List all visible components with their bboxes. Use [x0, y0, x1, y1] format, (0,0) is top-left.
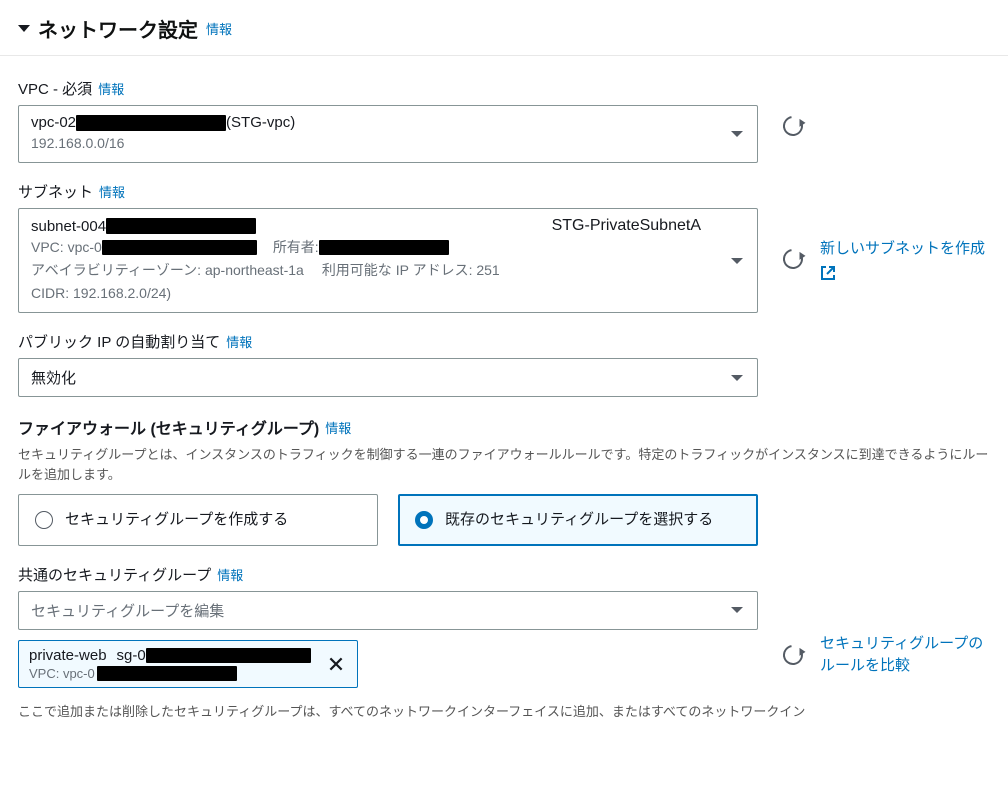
subnet-avail-ip: 利用可能な IP アドレス: 251: [322, 260, 500, 281]
autoip-label: パブリック IP の自動割り当て: [18, 331, 220, 352]
sg-footer-text: ここで追加または削除したセキュリティグループは、すべてのネットワークインターフェ…: [18, 702, 990, 722]
redacted-text: [97, 666, 237, 681]
autoip-info-link[interactable]: 情報: [226, 332, 252, 351]
panel-info-link[interactable]: 情報: [206, 19, 232, 38]
radio-existing-sg[interactable]: 既存のセキュリティグループを選択する: [398, 494, 758, 546]
panel-title: ネットワーク設定: [38, 14, 198, 43]
dropdown-caret-icon: [731, 607, 743, 613]
common-sg-info-link[interactable]: 情報: [217, 565, 243, 584]
autoip-select[interactable]: 無効化: [18, 358, 758, 397]
sg-chip-name: private-web: [29, 647, 107, 664]
sg-refresh-button[interactable]: [776, 638, 810, 672]
common-sg-select[interactable]: セキュリティグループを編集: [18, 591, 758, 630]
subnet-vpc-label: VPC: vpc-0: [31, 237, 102, 258]
collapse-caret-icon: [18, 25, 30, 32]
network-settings-header[interactable]: ネットワーク設定 情報: [0, 8, 1008, 56]
subnet-info-link[interactable]: 情報: [99, 182, 125, 201]
vpc-field: VPC - 必須 情報 vpc-02 (STG-vpc) 192.168.0.0…: [18, 78, 990, 163]
subnet-refresh-button[interactable]: [776, 242, 810, 276]
subnet-value-prefix: subnet-004: [31, 218, 106, 235]
subnet-name-right: STG-PrivateSubnetA: [552, 217, 701, 235]
firewall-field: ファイアウォール (セキュリティグループ) 情報 セキュリティグループとは、イン…: [18, 415, 990, 546]
redacted-text: [146, 648, 311, 663]
vpc-label: VPC - 必須: [18, 78, 92, 99]
compare-sg-rules-link[interactable]: セキュリティグループのルールを比較: [820, 633, 990, 678]
subnet-owner-label: 所有者:: [273, 237, 319, 258]
subnet-label: サブネット: [18, 181, 93, 202]
radio-unchecked-icon: [35, 511, 53, 529]
autoip-field: パブリック IP の自動割り当て 情報 無効化: [18, 331, 990, 397]
vpc-select[interactable]: vpc-02 (STG-vpc) 192.168.0.0/16: [18, 105, 758, 163]
radio-checked-icon: [415, 511, 433, 529]
create-subnet-link[interactable]: 新しいサブネットを作成: [820, 238, 990, 281]
firewall-label: ファイアウォール (セキュリティグループ): [18, 415, 319, 439]
sg-chip-vpc: VPC: vpc-0: [29, 666, 95, 681]
firewall-info-link[interactable]: 情報: [325, 418, 351, 437]
vpc-value-prefix: vpc-02: [31, 114, 76, 131]
vpc-info-link[interactable]: 情報: [98, 79, 124, 98]
autoip-value: 無効化: [31, 367, 721, 388]
subnet-az: アベイラビリティーゾーン: ap-northeast-1a: [31, 260, 304, 281]
radio-create-sg[interactable]: セキュリティグループを作成する: [18, 494, 378, 546]
redacted-text: [319, 240, 449, 255]
common-sg-field: 共通のセキュリティグループ 情報 セキュリティグループを編集 private-w…: [18, 564, 990, 722]
vpc-refresh-button[interactable]: [776, 109, 810, 143]
refresh-icon: [779, 641, 807, 669]
common-sg-placeholder: セキュリティグループを編集: [31, 600, 721, 621]
vpc-value-suffix: (STG-vpc): [226, 114, 295, 131]
dropdown-caret-icon: [731, 131, 743, 137]
vpc-cidr: 192.168.0.0/16: [31, 133, 721, 154]
common-sg-label: 共通のセキュリティグループ: [18, 564, 211, 585]
subnet-cidr: CIDR: 192.168.2.0/24): [31, 285, 171, 301]
radio-existing-label: 既存のセキュリティグループを選択する: [445, 509, 713, 531]
external-link-icon: [820, 265, 836, 281]
subnet-select[interactable]: subnet-004 STG-PrivateSubnetA VPC: vpc-0…: [18, 208, 758, 313]
subnet-field: サブネット 情報 subnet-004 STG-PrivateSubnetA V…: [18, 181, 990, 313]
sg-chip: private-web sg-0 VPC: vpc-0: [18, 640, 358, 688]
dropdown-caret-icon: [731, 258, 743, 264]
redacted-text: [106, 218, 256, 234]
radio-create-label: セキュリティグループを作成する: [65, 509, 288, 531]
redacted-text: [76, 115, 226, 131]
refresh-icon: [779, 112, 807, 140]
firewall-desc: セキュリティグループとは、インスタンスのトラフィックを制御する一連のファイアウォ…: [18, 445, 990, 484]
dropdown-caret-icon: [731, 375, 743, 381]
sg-chip-remove-button[interactable]: [325, 653, 347, 675]
redacted-text: [102, 240, 257, 255]
sg-chip-sgid: sg-0: [117, 647, 146, 664]
refresh-icon: [779, 245, 807, 273]
